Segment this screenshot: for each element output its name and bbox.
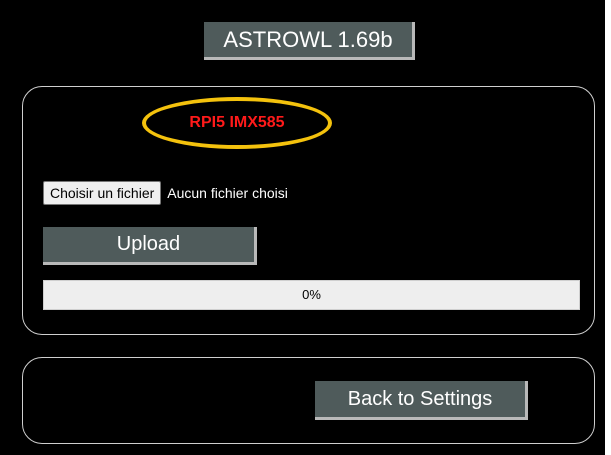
- app-title: ASTROWL 1.69b: [204, 22, 415, 60]
- page-background: ASTROWL 1.69b RPI5 IMX585 Choisir un fic…: [0, 0, 605, 455]
- file-picker: Choisir un fichier Aucun fichier choisi: [43, 180, 288, 206]
- upload-progress-bar: 0%: [43, 280, 580, 310]
- device-label: RPI5 IMX585: [142, 97, 332, 149]
- upload-progress-text: 0%: [302, 287, 321, 302]
- upload-button[interactable]: Upload: [43, 227, 257, 265]
- file-status-text: Aucun fichier choisi: [167, 185, 288, 201]
- back-to-settings-button[interactable]: Back to Settings: [315, 381, 528, 420]
- choose-file-button[interactable]: Choisir un fichier: [43, 181, 162, 205]
